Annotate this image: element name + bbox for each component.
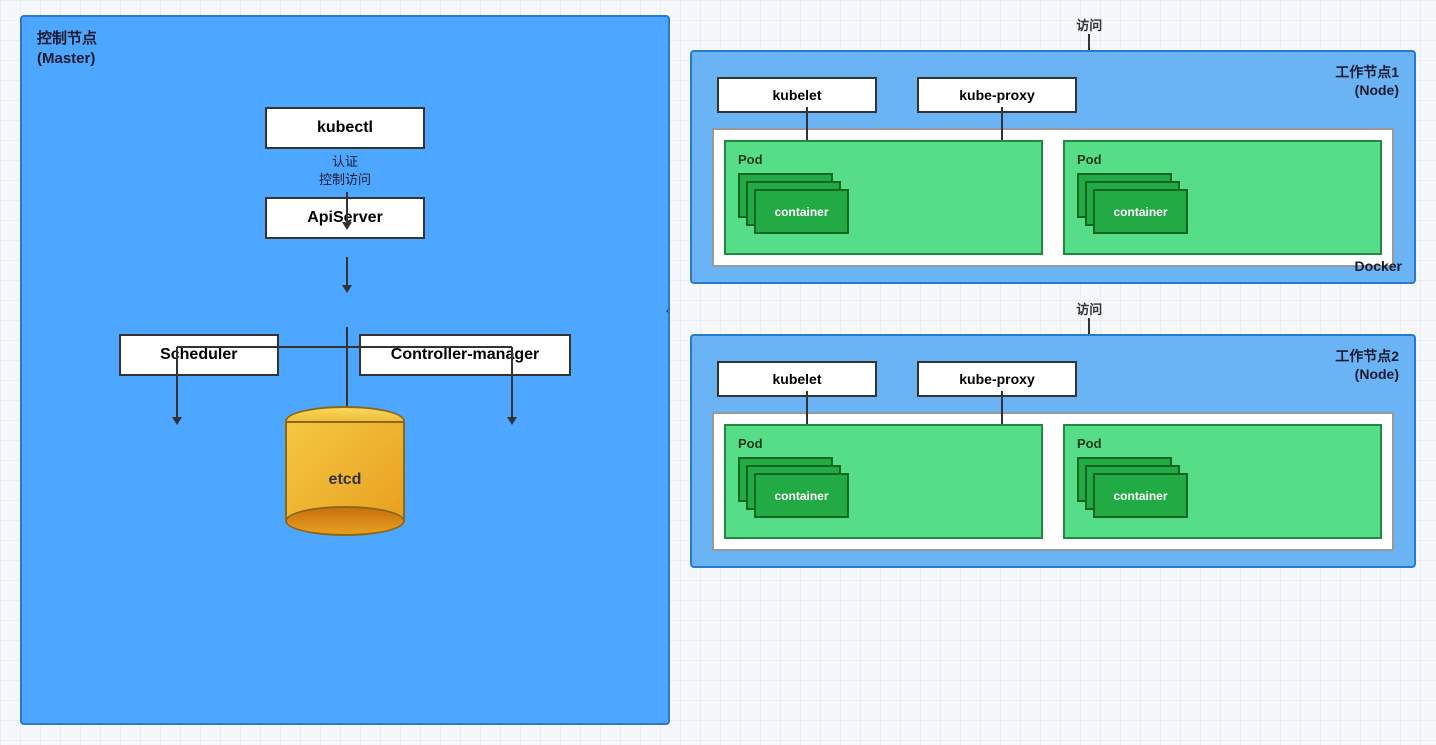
worker1-pod1-front: container	[754, 189, 849, 234]
master-node-label: 控制节点 (Master)	[37, 29, 97, 68]
controller-manager-box: Controller-manager	[359, 334, 571, 376]
worker1-wrapper: 访问 工作节点1 (Node)	[690, 15, 1416, 284]
worker1-pod1: Pod container	[724, 140, 1043, 255]
diagram-root: 控制节点 (Master)	[0, 0, 1436, 745]
kubectl-box: kubectl	[265, 107, 425, 149]
master-node: 控制节点 (Master)	[20, 15, 670, 725]
worker1-access-label: 访问	[1076, 15, 1102, 34]
worker2-wrapper: 访问 工作节点2 (Node) kubelet	[690, 299, 1416, 568]
worker2-pod1-front: container	[754, 473, 849, 518]
worker2-pod1-stack: container	[738, 457, 1029, 527]
cylinder-bottom	[285, 506, 405, 536]
apiserver-box: ApiServer	[265, 197, 425, 239]
worker2-kube-proxy-box: kube-proxy	[917, 361, 1077, 397]
worker-node-2: 工作节点2 (Node) kubelet kube-proxy	[690, 334, 1416, 568]
worker2-access-label: 访问	[1076, 299, 1102, 318]
worker2-access-arrow: 访问	[1076, 299, 1102, 338]
worker1-pods-row: Pod container Pod	[712, 128, 1394, 267]
right-side: 访问 工作节点1 (Node)	[690, 15, 1416, 730]
worker1-header: kubelet kube-proxy	[707, 77, 1399, 113]
worker-node-1: 工作节点1 (Node) kubelet	[690, 50, 1416, 284]
worker2-pod2-front: container	[1093, 473, 1188, 518]
worker2-header: kubelet kube-proxy	[707, 361, 1399, 397]
etcd-cylinder: etcd	[285, 406, 405, 536]
auth-label: 认证 控制访问	[319, 153, 371, 189]
worker1-pod1-stack: container	[738, 173, 1029, 243]
master-content: kubectl 认证 控制访问 ApiServer Scheduler Cont…	[22, 17, 668, 536]
worker2-kubelet-box: kubelet	[717, 361, 877, 397]
worker1-access-arrow: 访问	[1076, 15, 1102, 54]
worker1-pod2-stack: container	[1077, 173, 1368, 243]
worker2-pod2-stack: container	[1077, 457, 1368, 527]
worker1-pod2-label: Pod	[1077, 152, 1368, 167]
worker2-pod2-label: Pod	[1077, 436, 1368, 451]
worker2-pod2: Pod container	[1063, 424, 1382, 539]
worker1-pod2: Pod container	[1063, 140, 1382, 255]
scheduler-box: Scheduler	[119, 334, 279, 376]
worker1-kube-proxy-box: kube-proxy	[917, 77, 1077, 113]
worker2-label: 工作节点2 (Node)	[1335, 346, 1399, 382]
worker1-docker-label: Docker	[1355, 258, 1402, 274]
worker2-pod1: Pod container	[724, 424, 1043, 539]
worker2-pod1-label: Pod	[738, 436, 1029, 451]
worker1-kubelet-box: kubelet	[717, 77, 877, 113]
worker2-pods-row: Pod container Pod	[712, 412, 1394, 551]
etcd-label: etcd	[285, 471, 405, 489]
worker1-label: 工作节点1 (Node)	[1335, 62, 1399, 98]
worker1-pod1-label: Pod	[738, 152, 1029, 167]
etcd-container: etcd	[285, 406, 405, 536]
worker1-pod2-front: container	[1093, 189, 1188, 234]
